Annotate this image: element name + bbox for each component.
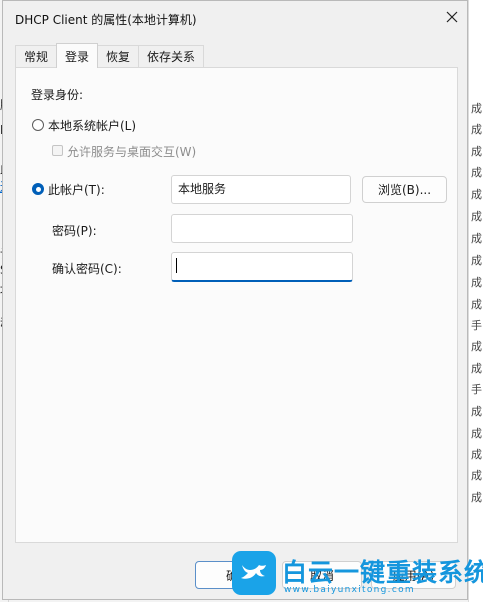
confirm-password-label: 确认密码(C):	[52, 262, 122, 276]
watermark: 白云一键重装系统 www.baiyunxitong.com	[232, 549, 483, 602]
background-glyph: 成	[471, 188, 482, 201]
watermark-url: www.baiyunxitong.com	[284, 585, 415, 595]
logon-as-label: 登录身份:	[31, 88, 84, 102]
title-bar: DHCP Client 的属性(本地计算机)	[3, 1, 467, 35]
tab-recovery[interactable]: 恢复	[97, 45, 140, 67]
password-input[interactable]	[171, 214, 353, 243]
background-glyph: 成	[471, 145, 482, 158]
this-account-radio[interactable]	[32, 183, 44, 195]
password-label: 密码(P):	[52, 224, 97, 238]
close-icon	[446, 11, 458, 23]
browse-button[interactable]: 浏览(B)...	[362, 176, 447, 203]
window-title: DHCP Client 的属性(本地计算机)	[15, 13, 197, 27]
background-glyph: 成	[471, 448, 482, 461]
background-glyph: 手	[471, 383, 482, 396]
background-glyph: 成	[471, 254, 482, 267]
close-button[interactable]	[437, 1, 467, 33]
background-glyph: 成	[471, 340, 482, 353]
account-input[interactable]: 本地服务	[171, 175, 351, 204]
tab-strip: 常规 登录 恢复 依存关系	[15, 43, 205, 68]
allow-desktop-checkbox[interactable]	[52, 145, 63, 156]
background-glyph: 成	[471, 362, 482, 375]
properties-dialog: DHCP Client 的属性(本地计算机) 常规 登录 恢复 依存关系 登录身…	[2, 0, 468, 600]
logon-panel: 登录身份: 本地系统帐户(L) 允许服务与桌面交互(W) 此帐户(T): 本地服…	[15, 67, 458, 543]
background-glyph: 成	[471, 123, 482, 136]
background-glyph: 手	[471, 319, 482, 332]
bird-logo-icon	[232, 551, 276, 595]
background-glyph: 成	[471, 102, 482, 115]
tab-general[interactable]: 常规	[15, 45, 58, 67]
background-glyph: 成	[471, 405, 482, 418]
background-glyph: 成	[471, 298, 482, 311]
background-glyph: 成	[471, 232, 482, 245]
background-glyph: 成	[471, 491, 482, 504]
local-system-label[interactable]: 本地系统帐户(L)	[48, 117, 136, 134]
this-account-label[interactable]: 此帐户(T):	[48, 181, 105, 198]
local-system-radio[interactable]	[32, 119, 44, 131]
background-glyph: 成	[471, 210, 482, 223]
background-glyph: 成	[471, 469, 482, 482]
watermark-brand: 白云一键重装系统	[282, 558, 483, 587]
allow-desktop-label[interactable]: 允许服务与桌面交互(W)	[67, 143, 196, 160]
background-glyph: 成	[471, 166, 482, 179]
text-caret	[176, 258, 177, 273]
tab-logon[interactable]: 登录	[56, 43, 99, 68]
background-glyph: 成	[471, 427, 482, 440]
tab-dependencies[interactable]: 依存关系	[138, 45, 205, 67]
confirm-password-input[interactable]	[171, 252, 353, 282]
background-window-right: 成成成成成成成成成成手成成手成成成成成	[468, 0, 483, 602]
background-glyph: 成	[471, 276, 482, 289]
